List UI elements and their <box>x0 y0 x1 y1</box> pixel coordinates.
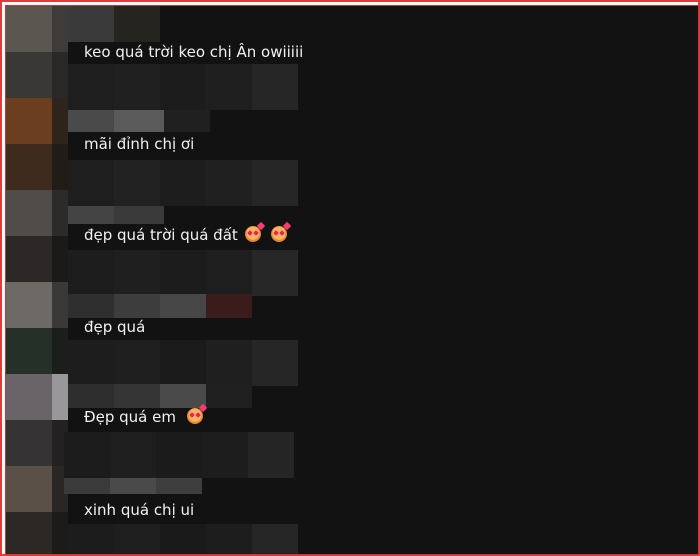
comment-1-text: keo quá trời keo chị Ân owiiiii <box>84 43 304 61</box>
comment-6-text: xinh quá chị ui <box>84 501 195 519</box>
smiling-face-with-hearts-icon <box>271 221 292 242</box>
smiling-face-with-hearts-icon <box>244 221 265 242</box>
comment-5-text: Đẹp quá em <box>84 408 176 426</box>
comment-3: đẹp quá trời quá đất <box>84 221 292 245</box>
smiling-face-with-hearts-icon <box>186 403 208 424</box>
comment-2: mãi đỉnh chị ơi <box>84 134 194 154</box>
comments-viewport: keo quá trời keo chị Ân owiiiii mãi đỉnh… <box>5 5 699 555</box>
comment-1: keo quá trời keo chị Ân owiiiii <box>84 42 303 62</box>
comment-6: xinh quá chị ui <box>84 500 194 520</box>
comment-2-text: mãi đỉnh chị ơi <box>84 135 195 153</box>
comment-5: Đẹp quá em <box>84 403 208 427</box>
comment-3-text: đẹp quá trời quá đất <box>84 226 238 244</box>
screenshot-frame: keo quá trời keo chị Ân owiiiii mãi đỉnh… <box>0 0 700 556</box>
comment-4-text: đẹp quá <box>84 318 146 336</box>
comment-4: đẹp quá <box>84 317 145 337</box>
